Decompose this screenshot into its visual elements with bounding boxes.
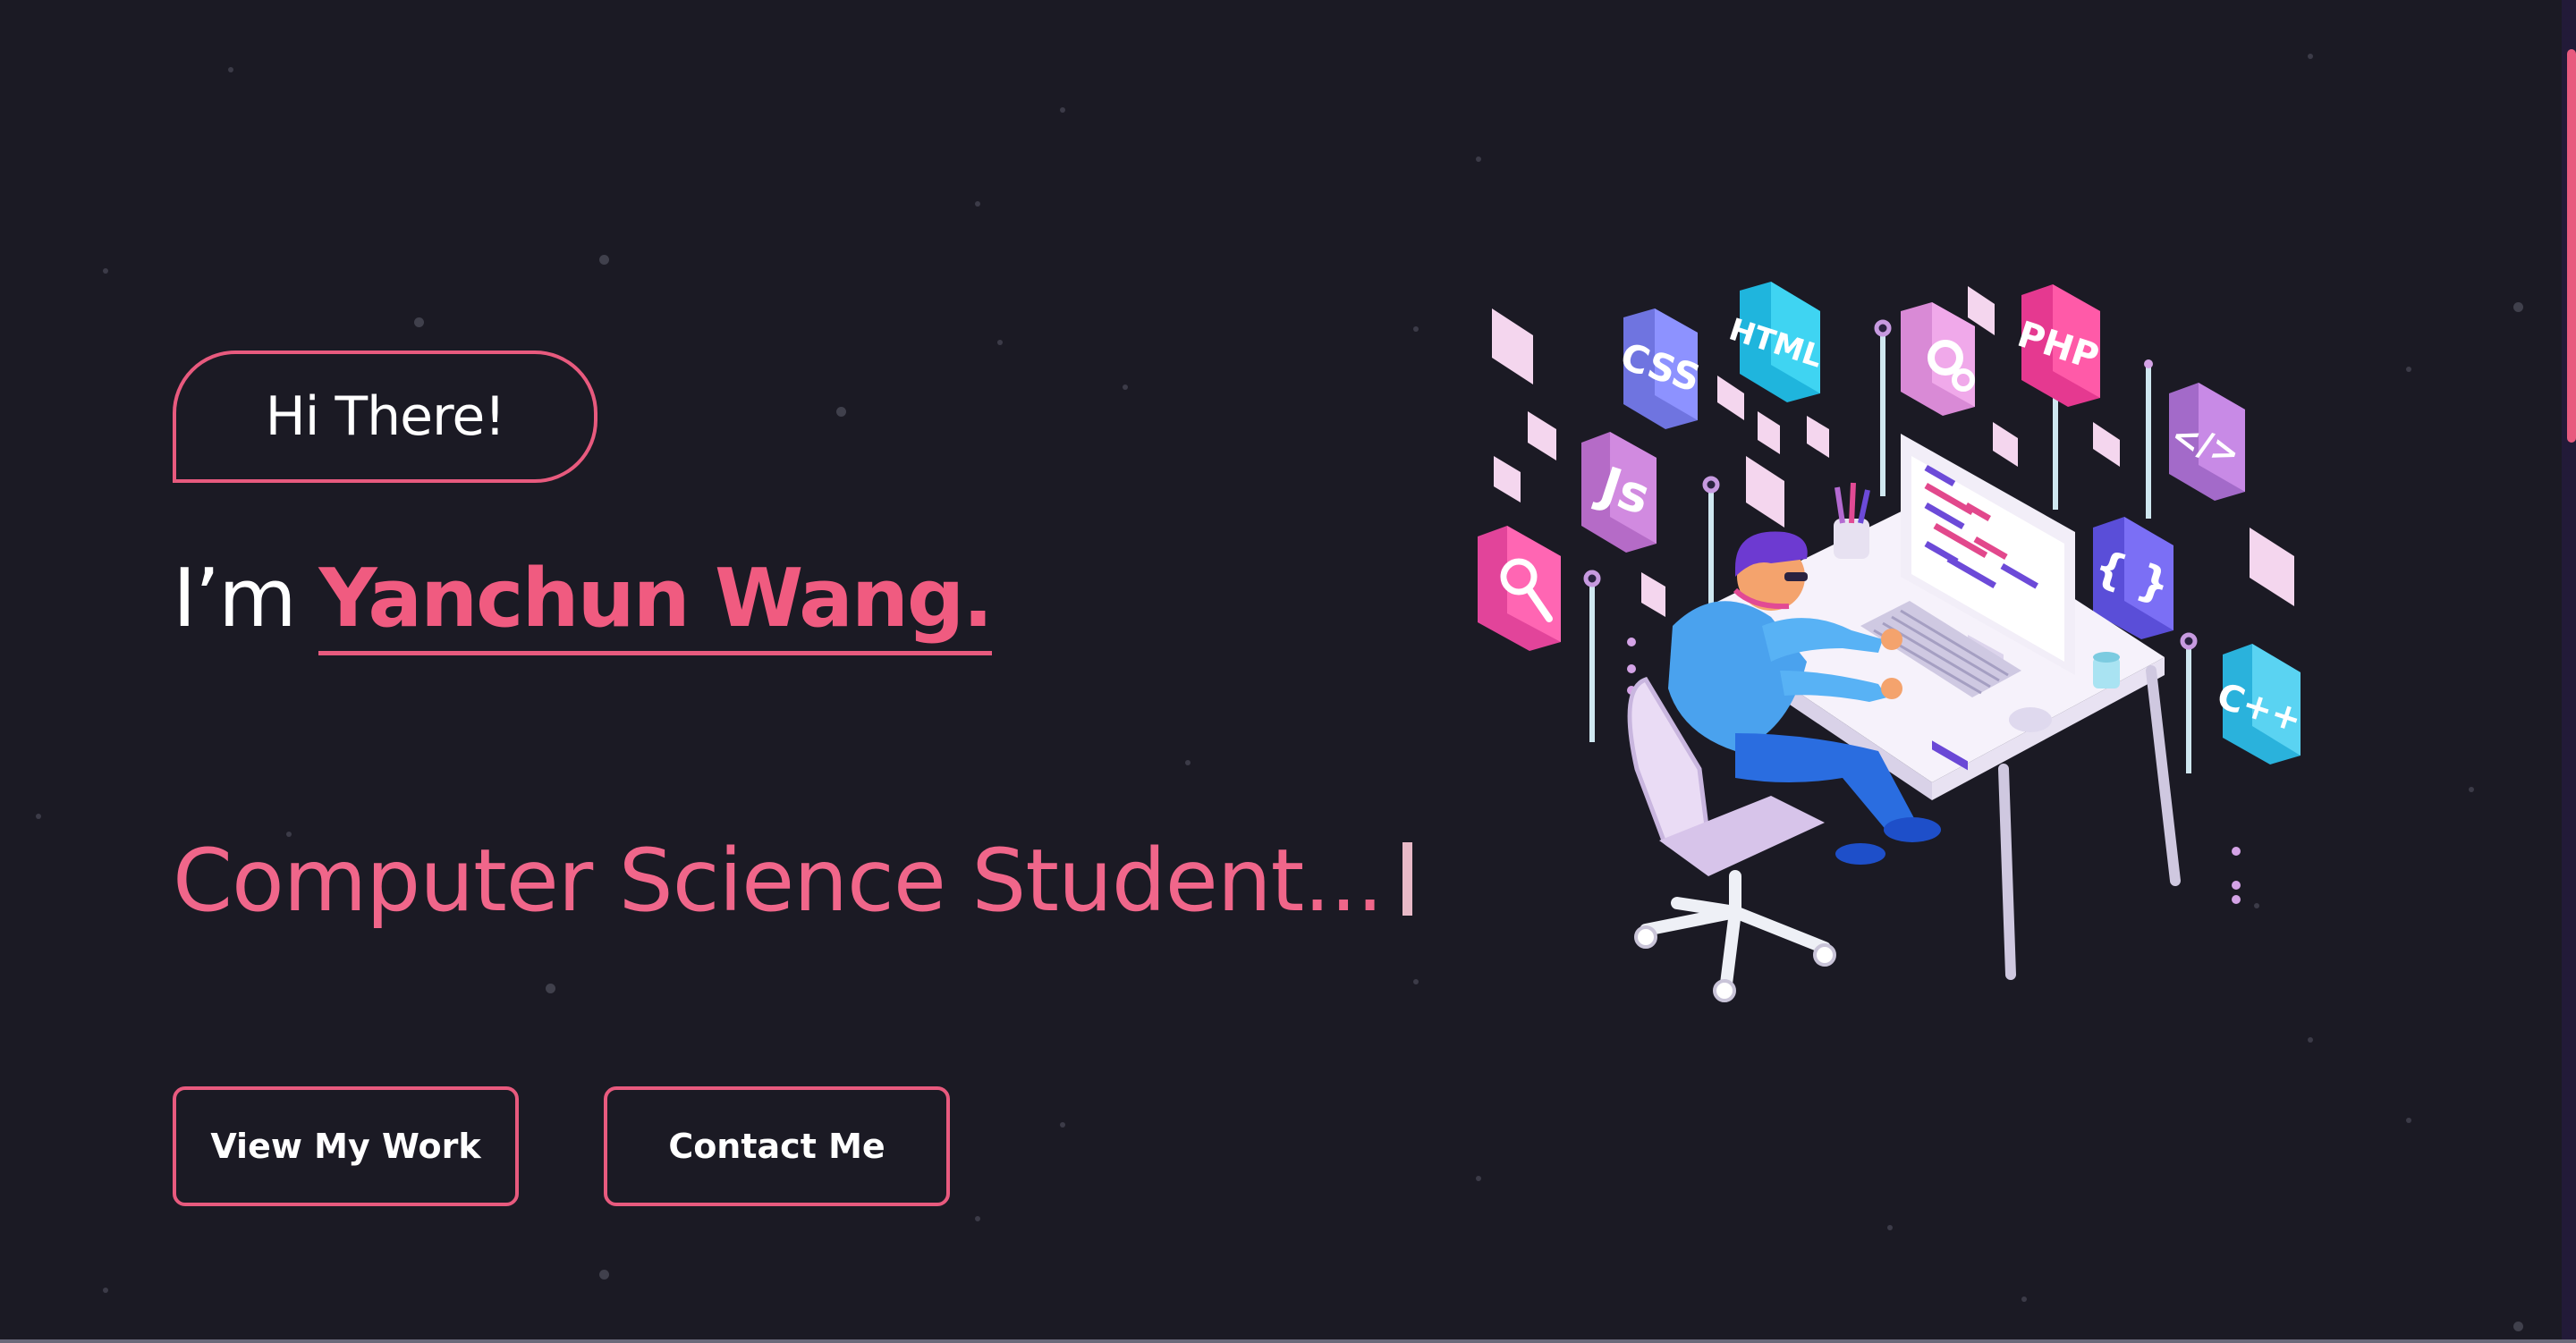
typing-caret [1402,842,1412,916]
typed-role: Computer Science Student... [173,827,1412,934]
html-tile: HTML [1724,282,1826,402]
scrollbar-thumb[interactable] [2567,49,2576,443]
view-work-button[interactable]: View My Work [173,1086,519,1206]
developer-desk-illustration: CSS HTML PHP Js </> {} C++ [1478,282,2307,1002]
section-divider [0,1339,2576,1343]
css-tile: CSS [1615,308,1706,429]
contact-button[interactable]: Contact Me [604,1086,950,1206]
cpp-tile: C++ [2212,644,2307,764]
intro-prefix: I’m [173,552,297,646]
code-tag-tile: </> [2166,383,2245,501]
greeting-badge: Hi There! [173,351,597,483]
magnifier-tile [1478,526,1561,651]
vertical-scrollbar[interactable] [2562,0,2576,1343]
js-tile: Js [1581,432,1657,553]
role-text: Computer Science Student... [173,831,1384,931]
greeting-text: Hi There! [265,385,506,448]
intro-heading: I’m Yanchun Wang. [173,545,994,655]
hero-name: Yanchun Wang. [318,547,994,655]
php-tile: PHP [2012,284,2104,407]
gear-tile [1901,302,1975,416]
